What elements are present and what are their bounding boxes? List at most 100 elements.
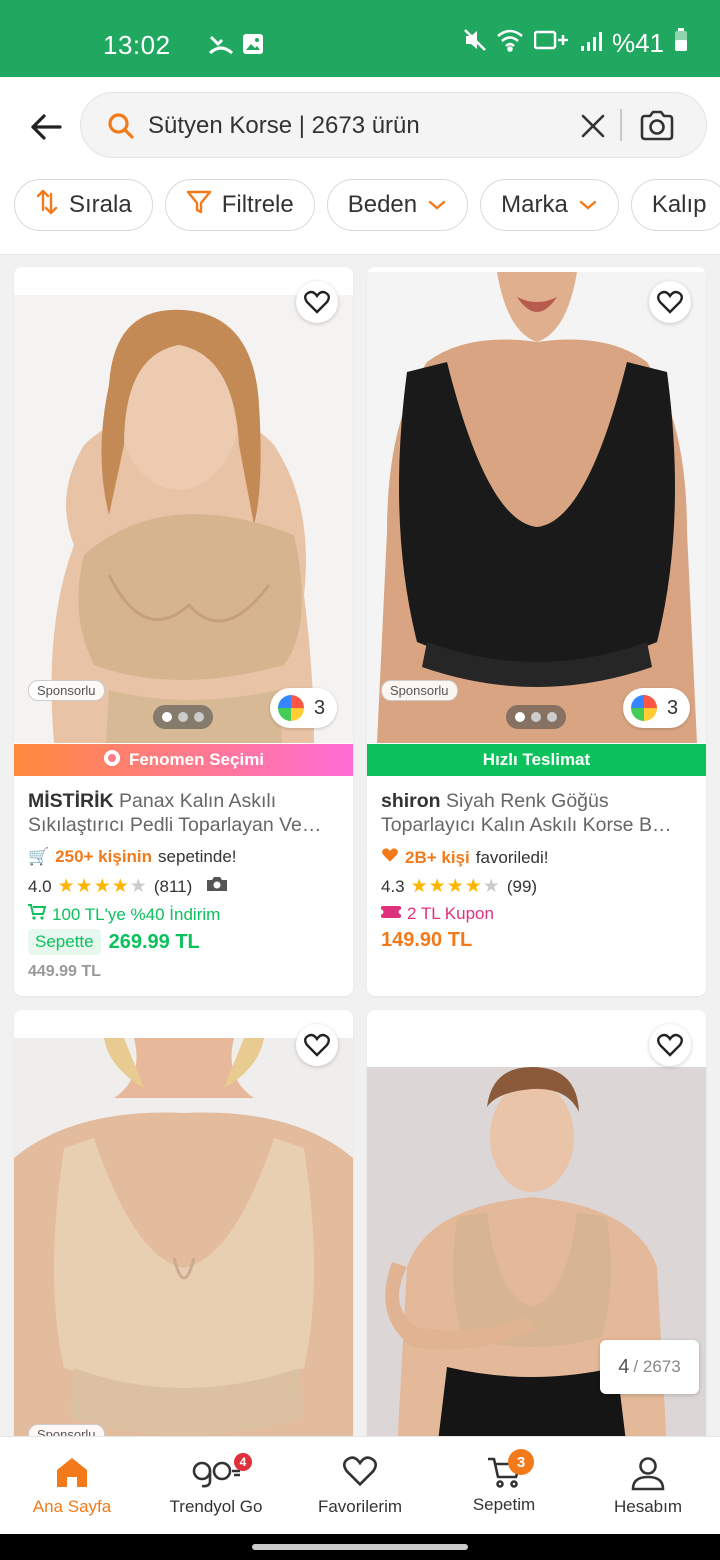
lte-icon: [533, 28, 570, 59]
signal-icon: [580, 28, 602, 59]
image-carousel-dots: [153, 705, 213, 729]
rating-value: 4.0: [28, 876, 52, 896]
favorite-heart-button[interactable]: [296, 281, 338, 323]
user-icon: [630, 1455, 666, 1496]
color-options-badge[interactable]: 3: [623, 688, 691, 728]
product-image[interactable]: [14, 295, 353, 743]
social-text: sepetinde!: [158, 847, 237, 866]
banner-label: Hızlı Teslimat: [482, 750, 591, 769]
size-chip[interactable]: Beden: [326, 179, 469, 231]
product-image[interactable]: [14, 1038, 353, 1450]
favorite-heart-button[interactable]: [296, 1024, 338, 1066]
missed-call-icon: [208, 33, 234, 62]
star-rating-icon: ★★★★★: [57, 876, 148, 897]
filter-funnel-icon: [186, 189, 212, 222]
clear-search-icon[interactable]: [579, 112, 607, 145]
filter-chip[interactable]: Filtrele: [164, 179, 315, 231]
current-position: 4: [618, 1355, 630, 1378]
nav-favorites[interactable]: Favorilerim: [288, 1437, 432, 1535]
status-time: 13:02: [103, 30, 171, 60]
basket-price-value: 269.99 TL: [108, 930, 200, 953]
rating-value: 4.3: [381, 876, 405, 896]
product-card[interactable]: Sponsorlu 3 Fenomen Seçimi MİSTİRİK Pana…: [14, 267, 353, 996]
review-count: (811): [153, 876, 193, 896]
color-wheel-icon: [278, 695, 304, 721]
sponsored-tag: Sponsorlu: [28, 680, 105, 701]
battery-text: %41: [611, 28, 664, 58]
coupon-text: 2 TL Kupon: [407, 904, 494, 923]
fit-chip-label: Kalıp: [651, 191, 707, 218]
system-navigation-bar: [0, 1534, 720, 1560]
nav-trendyol-go[interactable]: 4 Trendyol Go: [144, 1437, 288, 1535]
fast-delivery-banner: Hızlı Teslimat: [367, 744, 706, 776]
gallery-icon: [242, 33, 264, 60]
product-price: 149.90 TL: [381, 929, 473, 951]
product-title[interactable]: MİSTİRİK Panax Kalın Askılı Sıkılaştırıc…: [28, 789, 343, 837]
nav-badge: 4: [234, 1453, 252, 1471]
color-count: 3: [667, 696, 679, 719]
bottom-navigation: Ana Sayfa 4 Trendyol Go Favorilerim 3 Se…: [0, 1436, 720, 1534]
sort-icon: [35, 188, 59, 223]
social-proof: 2B+ kişi favoriledi!: [381, 847, 549, 868]
influencer-pick-banner: Fenomen Seçimi: [14, 744, 353, 776]
sort-chip[interactable]: Sırala: [14, 179, 153, 231]
home-gesture-pill[interactable]: [252, 1544, 468, 1550]
search-divider: [620, 109, 622, 141]
product-card[interactable]: Sponsorlu: [14, 1010, 353, 1450]
favorite-heart-button[interactable]: [649, 1024, 691, 1066]
coupon-ticket-icon: [378, 904, 404, 924]
banner-label: Fenomen Seçimi: [128, 750, 265, 769]
search-icon: [107, 112, 135, 145]
status-bar: 13:02 %41: [0, 0, 720, 77]
star-rating-icon: ★★★★★: [410, 876, 501, 897]
cart-icon: [28, 904, 47, 925]
cart-emoji-icon: 🛒: [28, 847, 50, 866]
color-wheel-icon: [631, 695, 657, 721]
social-text: favoriledi!: [475, 847, 549, 867]
camera-search-icon[interactable]: [639, 109, 675, 148]
heart-icon: [342, 1455, 378, 1492]
camera-photo-icon: [206, 876, 228, 897]
product-card[interactable]: Sponsorlu 3 Hızlı Teslimat shiron Siyah …: [367, 267, 706, 996]
back-arrow-icon[interactable]: [26, 107, 66, 147]
product-image[interactable]: [367, 272, 706, 743]
nav-account[interactable]: Hesabım: [576, 1437, 720, 1535]
product-brand: MİSTİRİK: [28, 790, 114, 812]
nav-label: Trendyol Go: [169, 1497, 263, 1516]
chevron-down-icon: [578, 191, 598, 219]
total-results: / 2673: [633, 1357, 681, 1376]
size-chip-label: Beden: [347, 191, 418, 218]
home-icon: [54, 1455, 90, 1494]
fit-chip[interactable]: Kalıp: [630, 179, 720, 231]
rating-row: 4.0 ★★★★★ (811): [28, 875, 228, 898]
brand-chip[interactable]: Marka: [480, 179, 619, 231]
search-bar[interactable]: Sütyen Korse | 2673 ürün: [80, 92, 707, 158]
image-carousel-dots: [506, 705, 566, 729]
wifi-icon: [496, 28, 524, 59]
original-price: 449.99 TL: [28, 963, 101, 980]
chevron-down-icon: [427, 191, 447, 219]
nav-label: Hesabım: [613, 1497, 683, 1516]
basket-price-label: Sepette: [28, 929, 101, 955]
review-count: (99): [506, 876, 538, 896]
search-query[interactable]: Sütyen Korse | 2673 ürün: [148, 112, 420, 140]
basket-discount-promo: 100 TL'ye %40 İndirim: [28, 904, 220, 925]
filter-chip-label: Filtrele: [221, 191, 294, 218]
basket-price: Sepette 269.99 TL: [28, 929, 200, 955]
product-title[interactable]: shiron Siyah Renk Göğüs Toparlayıcı Kalı…: [381, 789, 696, 837]
brand-chip-label: Marka: [501, 191, 568, 218]
result-position-indicator: 4 / 2673: [600, 1340, 699, 1394]
social-proof: 🛒 250+ kişinin sepetinde!: [28, 847, 237, 867]
mute-icon: [464, 28, 486, 59]
nav-home[interactable]: Ana Sayfa: [0, 1437, 144, 1535]
orange-heart-icon: [381, 847, 399, 868]
rating-row: 4.3 ★★★★★ (99): [381, 875, 537, 898]
favorite-heart-button[interactable]: [649, 281, 691, 323]
nav-label: Ana Sayfa: [32, 1497, 112, 1516]
social-highlight: 2B+ kişi: [405, 847, 470, 867]
color-options-badge[interactable]: 3: [270, 688, 338, 728]
filter-chip-row: Sırala Filtrele Beden Marka Kalıp: [14, 179, 720, 231]
sort-chip-label: Sırala: [69, 191, 132, 218]
nav-cart[interactable]: 3 Sepetim: [432, 1437, 576, 1535]
nav-badge: 3: [508, 1449, 534, 1475]
